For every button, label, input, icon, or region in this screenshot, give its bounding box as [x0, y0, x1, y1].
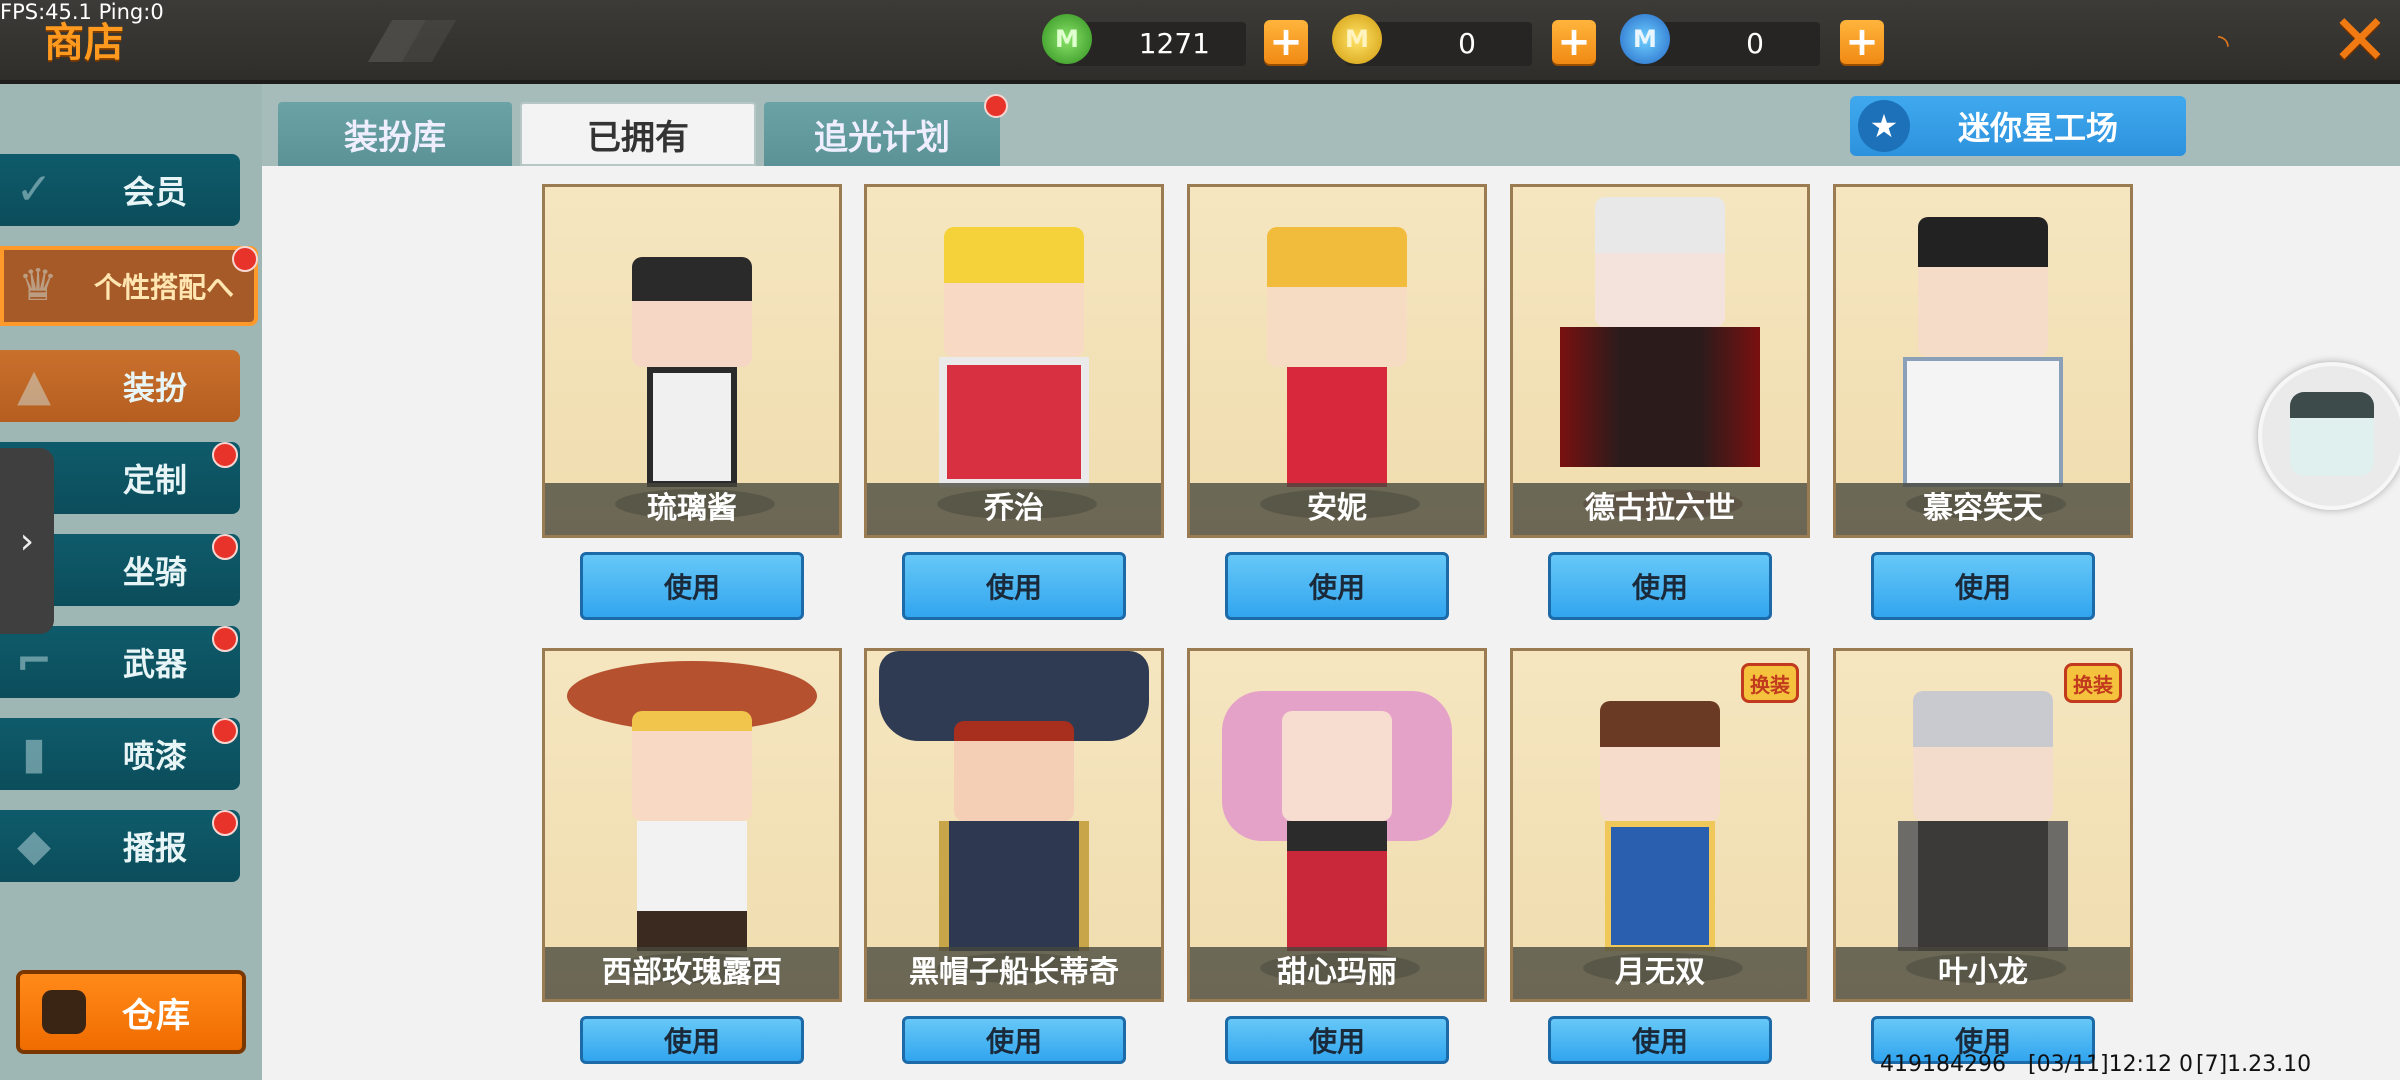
shirt-icon: ▲ — [17, 360, 51, 411]
green-gem-icon: M — [1042, 14, 1092, 64]
sidebar-item-broadcast[interactable]: ◆ 播报 — [0, 810, 240, 882]
gold-coin-icon: M — [1332, 14, 1382, 64]
drawer-toggle[interactable]: › — [0, 448, 54, 634]
character-card[interactable]: 琉璃酱 — [542, 184, 842, 538]
signal-icon: ◝ — [2218, 28, 2229, 61]
character-name: 乔治 — [867, 483, 1161, 535]
use-button[interactable]: 使用 — [902, 1016, 1126, 1064]
use-button[interactable]: 使用 — [580, 1016, 804, 1064]
notification-dot — [232, 246, 258, 272]
chest-icon — [42, 990, 86, 1034]
character-name: 甜心玛丽 — [1190, 947, 1484, 999]
character-head — [1282, 711, 1392, 821]
character-name: 西部玫瑰露西 — [545, 947, 839, 999]
use-button[interactable]: 使用 — [1548, 552, 1772, 620]
use-button[interactable]: 使用 — [902, 552, 1126, 620]
mini-star-workshop-button[interactable]: ★ 迷你星工场 — [1850, 96, 2186, 156]
blue-coin-icon: M — [1620, 14, 1670, 64]
use-button[interactable]: 使用 — [580, 552, 804, 620]
character-card[interactable]: 慕容笑天 — [1833, 184, 2133, 538]
character-body — [1287, 821, 1387, 951]
character-name: 叶小龙 — [1836, 947, 2130, 999]
star-icon: ★ — [1858, 100, 1910, 152]
character-name: 琉璃酱 — [545, 483, 839, 535]
character-card[interactable]: 乔治 — [864, 184, 1164, 538]
character-body — [1903, 357, 2063, 487]
gems-value: 1271 — [1138, 27, 1210, 60]
sidebar-item-spray[interactable]: ▮ 喷漆 — [0, 718, 240, 790]
character-card[interactable]: 黑帽子船长蒂奇 — [864, 648, 1164, 1002]
use-button[interactable]: 使用 — [1548, 1016, 1772, 1064]
character-name: 安妮 — [1190, 483, 1484, 535]
floating-avatar-button[interactable] — [2258, 362, 2400, 510]
notification-dot — [212, 534, 238, 560]
blue-value: 0 — [1746, 27, 1764, 60]
character-name: 月无双 — [1513, 947, 1807, 999]
character-head — [1913, 691, 2053, 821]
character-body — [1287, 367, 1387, 487]
notification-dot — [212, 810, 238, 836]
sidebar-item-personal-style[interactable]: ♛ 个性搭配へ — [0, 246, 258, 326]
character-head — [632, 257, 752, 367]
notification-dot — [212, 442, 238, 468]
gun-icon: ⌐ — [15, 636, 53, 687]
avatar — [2290, 392, 2374, 476]
spray-can-icon: ▮ — [21, 728, 47, 779]
character-body — [647, 367, 737, 487]
character-head — [1918, 217, 2048, 357]
tab-outfit-library[interactable]: 装扮库 — [278, 102, 512, 166]
broadcast-icon: ◆ — [17, 820, 51, 871]
character-body — [1605, 821, 1715, 951]
character-card[interactable]: 安妮 — [1187, 184, 1487, 538]
character-head — [944, 227, 1084, 357]
character-head — [1600, 701, 1720, 821]
character-head — [632, 711, 752, 821]
member-icon: ✓ — [15, 164, 53, 215]
character-card[interactable]: 换装 叶小龙 — [1833, 648, 2133, 1002]
warehouse-button[interactable]: 仓库 — [16, 970, 246, 1054]
character-card[interactable]: 换装 月无双 — [1510, 648, 1810, 1002]
character-body — [939, 821, 1089, 951]
character-body — [939, 357, 1089, 487]
character-name: 慕容笑天 — [1836, 483, 2130, 535]
sidebar-item-weapon[interactable]: ⌐ 武器 — [0, 626, 240, 698]
use-button[interactable]: 使用 — [1225, 1016, 1449, 1064]
character-card[interactable]: 西部玫瑰露西 — [542, 648, 842, 1002]
use-button[interactable]: 使用 — [1225, 552, 1449, 620]
character-body — [637, 821, 747, 951]
character-head — [1595, 197, 1725, 327]
character-name: 德古拉六世 — [1513, 483, 1807, 535]
timestamp: [03/11]12:12 0 — [2028, 1052, 2193, 1077]
page-title: 商店 — [44, 20, 124, 66]
character-body — [1898, 821, 2068, 951]
add-blue-button[interactable]: + — [1840, 20, 1884, 64]
sidebar-item-outfit[interactable]: ▲ 装扮 — [0, 350, 240, 422]
notification-dot — [212, 718, 238, 744]
tab-owned[interactable]: 已拥有 — [520, 102, 756, 166]
sidebar-item-member[interactable]: ✓ 会员 — [0, 154, 240, 226]
chevron-right-icon: › — [19, 520, 35, 562]
character-card[interactable]: 甜心玛丽 — [1187, 648, 1487, 1002]
add-gold-button[interactable]: + — [1552, 20, 1596, 64]
notification-dot — [984, 94, 1008, 118]
character-head — [954, 721, 1074, 821]
character-body — [1560, 327, 1760, 467]
notification-dot — [212, 626, 238, 652]
tab-light-chase-plan[interactable]: 追光计划 — [764, 102, 1000, 166]
use-button[interactable]: 使用 — [1871, 552, 2095, 620]
close-icon[interactable]: ✕ — [2330, 5, 2390, 75]
character-head — [1267, 227, 1407, 367]
outfit-change-tag: 换装 — [2064, 663, 2122, 703]
outfit-change-tag: 换装 — [1741, 663, 1799, 703]
gold-value: 0 — [1458, 27, 1476, 60]
character-card[interactable]: 德古拉六世 — [1510, 184, 1810, 538]
character-name: 黑帽子船长蒂奇 — [867, 947, 1161, 999]
user-id: 419184296 — [1880, 1052, 2006, 1077]
add-gems-button[interactable]: + — [1264, 20, 1308, 64]
trophy-icon: ♛ — [18, 260, 58, 311]
version-label: [7]1.23.10 — [2196, 1052, 2312, 1077]
